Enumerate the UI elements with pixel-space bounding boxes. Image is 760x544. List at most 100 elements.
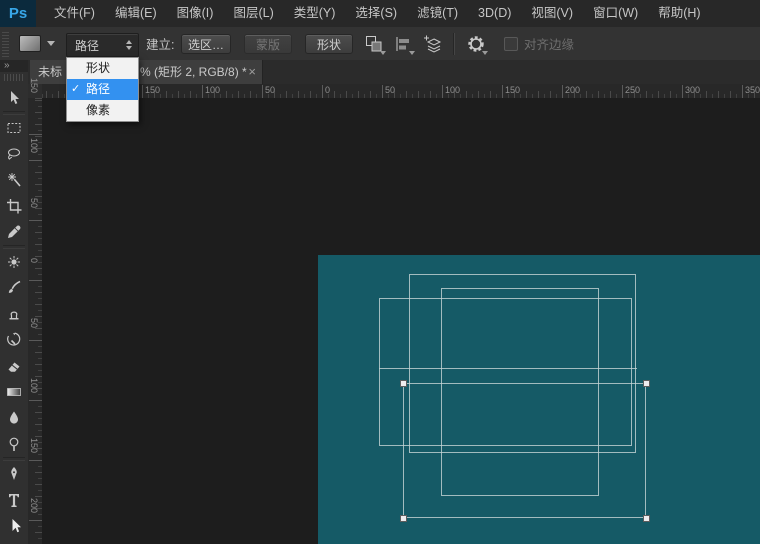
document-artboard[interactable]: [318, 255, 760, 544]
select-spinner-icon: [126, 40, 132, 50]
path-anchor-point[interactable]: [643, 380, 650, 387]
mode-menu-item-label: 像素: [86, 103, 110, 117]
mode-menu-item[interactable]: ✓路径: [67, 79, 138, 100]
options-icons: [364, 33, 486, 55]
document-title-right: % (矩形 2, RGB/8) *: [140, 60, 247, 84]
menu-item[interactable]: 3D(D): [468, 0, 521, 27]
make-buttons: 选区… 蒙版形状: [181, 34, 353, 54]
gradient-icon: [6, 384, 22, 400]
crop-icon: [6, 198, 22, 214]
path-selection-icon: [6, 518, 22, 534]
tool-mode-dropdown-menu: 形状✓路径像素: [66, 57, 139, 122]
magic-wand-tool[interactable]: [0, 167, 28, 193]
ruler-label: 50: [385, 85, 395, 95]
collapse-panel-button[interactable]: »: [0, 60, 28, 72]
horizontal-ruler[interactable]: 15010050050100150200250300350: [42, 84, 760, 99]
make-mask-button: 蒙版: [244, 34, 292, 54]
ruler-label: 50: [29, 198, 39, 208]
eyedropper-tool[interactable]: [0, 219, 28, 245]
document-title-left: 未标: [38, 60, 62, 84]
spot-healing-brush-tool[interactable]: [0, 249, 28, 275]
rectangular-marquee-tool[interactable]: [0, 115, 28, 141]
menu-item[interactable]: 编辑(E): [105, 0, 167, 27]
eraser-icon: [6, 358, 22, 374]
vertical-ruler[interactable]: 15010050050100150200: [28, 98, 43, 544]
path-segment[interactable]: [379, 368, 637, 369]
rectangular-marquee-icon: [6, 120, 22, 136]
tool-preset-picker[interactable]: [19, 35, 55, 52]
ruler-label: 100: [205, 85, 220, 95]
photoshop-logo: Ps: [0, 0, 36, 27]
ruler-label: 100: [445, 85, 460, 95]
menu-item[interactable]: 窗口(W): [583, 0, 648, 27]
checkmark-icon: ✓: [71, 79, 80, 100]
canvas-viewport[interactable]: [42, 98, 760, 544]
make-shape-button[interactable]: 形状: [305, 34, 353, 54]
ruler-label: 250: [625, 85, 640, 95]
blur-tool[interactable]: [0, 405, 28, 431]
menu-item[interactable]: 帮助(H): [648, 0, 710, 27]
options-separator: [453, 33, 455, 55]
clone-stamp-tool[interactable]: [0, 301, 28, 327]
path-anchor-point[interactable]: [643, 515, 650, 522]
lasso-tool[interactable]: [0, 141, 28, 167]
pen-icon: [6, 466, 22, 482]
options-bar-grip-handle[interactable]: [2, 31, 9, 57]
type-tool[interactable]: [0, 487, 28, 513]
menu-item[interactable]: 选择(S): [345, 0, 407, 27]
ruler-label: 100: [29, 378, 39, 393]
pen-tool[interactable]: [0, 461, 28, 487]
combine-shapes-icon[interactable]: [364, 34, 384, 54]
dodge-icon: [6, 436, 22, 452]
path-anchor-point[interactable]: [400, 380, 407, 387]
close-tab-icon[interactable]: ×: [248, 60, 256, 84]
history-brush-tool[interactable]: [0, 327, 28, 353]
blur-icon: [6, 410, 22, 426]
dodge-tool[interactable]: [0, 431, 28, 457]
history-brush-icon: [6, 332, 22, 348]
align-edges-option: 对齐边缘: [504, 34, 574, 53]
ruler-label: 150: [29, 438, 39, 453]
brush-tool[interactable]: [0, 275, 28, 301]
move-icon: [6, 90, 22, 106]
mode-menu-item[interactable]: 形状: [67, 58, 138, 79]
document-tab[interactable]: 未标 % (矩形 2, RGB/8) * ×: [30, 60, 263, 84]
lasso-icon: [6, 146, 22, 162]
make-label: 建立:: [146, 34, 174, 53]
ruler-label: 0: [325, 85, 330, 95]
menu-item[interactable]: 滤镜(T): [407, 0, 468, 27]
menu-item[interactable]: 类型(Y): [284, 0, 346, 27]
tool-panel: »: [0, 60, 29, 544]
ruler-label: 350: [745, 85, 760, 95]
arrange-layers-icon[interactable]: [422, 34, 442, 54]
eraser-tool[interactable]: [0, 353, 28, 379]
selected-rectangle-path[interactable]: [403, 383, 646, 518]
menu-item[interactable]: 图层(L): [223, 0, 283, 27]
menu-bar: Ps 文件(F)编辑(E)图像(I)图层(L)类型(Y)选择(S)滤镜(T)3D…: [0, 0, 760, 28]
crop-tool[interactable]: [0, 193, 28, 219]
gear-icon[interactable]: [466, 34, 486, 54]
menu-item[interactable]: 图像(I): [167, 0, 224, 27]
gradient-tool[interactable]: [0, 379, 28, 405]
mode-menu-item[interactable]: 像素: [67, 100, 138, 121]
tool-mode-select[interactable]: 路径: [66, 33, 139, 57]
make-selection-button[interactable]: 选区…: [181, 34, 231, 54]
tool-panel-grip-handle[interactable]: [4, 74, 24, 81]
rectangle-tool-preset-icon: [19, 35, 41, 52]
menu-item[interactable]: 视图(V): [521, 0, 583, 27]
spot-healing-brush-icon: [6, 254, 22, 270]
align-edges-checkbox: [504, 37, 518, 51]
path-selection-tool[interactable]: [0, 513, 28, 539]
ruler-label: 150: [145, 85, 160, 95]
type-icon: [6, 492, 22, 508]
align-icon[interactable]: [393, 34, 413, 54]
brush-icon: [6, 280, 22, 296]
ruler-label: 300: [685, 85, 700, 95]
ruler-label: 200: [565, 85, 580, 95]
align-edges-label: 对齐边缘: [524, 34, 574, 53]
ruler-label: 150: [29, 78, 39, 93]
chevron-down-icon: [47, 41, 55, 46]
path-anchor-point[interactable]: [400, 515, 407, 522]
move-tool[interactable]: [0, 85, 28, 111]
menu-item[interactable]: 文件(F): [44, 0, 105, 27]
